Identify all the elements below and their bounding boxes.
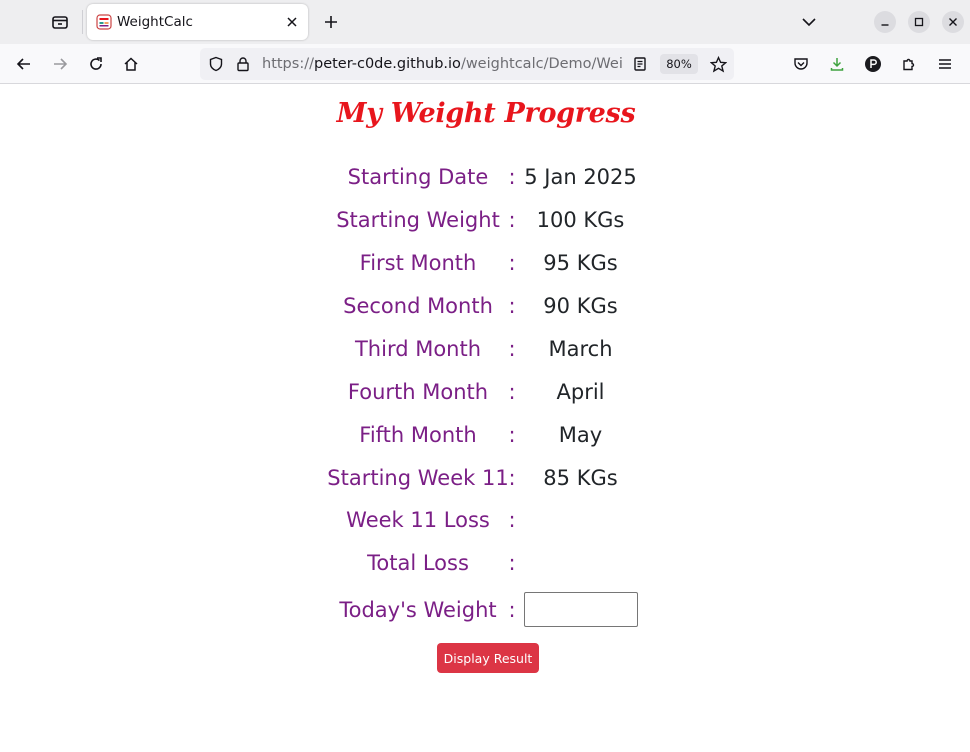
todays-weight-input[interactable] (524, 592, 638, 627)
row-label: First Month (359, 251, 477, 275)
row-label: Total Loss (367, 551, 469, 575)
maximize-icon (914, 17, 924, 27)
bookmark-star-button[interactable] (708, 54, 728, 74)
downloads-button[interactable] (821, 48, 853, 80)
home-icon (124, 57, 138, 71)
forward-button[interactable] (44, 48, 76, 80)
row-colon: : (508, 423, 516, 447)
row-label: Fifth Month (359, 423, 477, 447)
row-third-month: Third Month : March (0, 329, 970, 369)
row-value: May (558, 423, 603, 447)
row-value: April (556, 380, 605, 404)
new-tab-button[interactable] (317, 8, 345, 36)
url-text[interactable]: https://peter-c0de.github.io/weightcalc/… (262, 54, 622, 74)
row-value: 5 Jan 2025 (524, 165, 637, 189)
row-label: Second Month (343, 294, 493, 318)
plus-icon (325, 16, 337, 28)
row-label: Fourth Month (347, 380, 489, 404)
row-second-month: Second Month : 90 KGs (0, 286, 970, 326)
row-total-loss: Total Loss : (0, 543, 970, 583)
arrow-right-icon (54, 58, 68, 70)
tab-strip: WeightCalc (0, 0, 970, 44)
tab-separator (82, 10, 83, 34)
reader-view-button[interactable] (630, 54, 650, 74)
tab-title: WeightCalc (117, 14, 193, 30)
row-value: 95 KGs (543, 251, 618, 275)
url-host: peter-c0de.github.io (313, 56, 461, 72)
url-prefix: https:// (262, 56, 314, 72)
row-value: 100 KGs (536, 208, 625, 232)
row-starting-date: Starting Date : 5 Jan 2025 (0, 157, 970, 197)
tab-weightcalc[interactable]: WeightCalc (87, 4, 308, 40)
row-label: Starting Weight (336, 208, 500, 232)
url-path: /weightcalc/Demo/Weig (460, 56, 622, 72)
arrow-left-icon (16, 58, 30, 70)
row-colon: : (508, 165, 516, 189)
navigation-toolbar: https://peter-c0de.github.io/weightcalc/… (0, 44, 970, 84)
page-title: My Weight Progress (336, 98, 636, 129)
display-result-button[interactable]: Display Result (437, 643, 539, 673)
maximize-button[interactable] (908, 11, 930, 33)
site-info-button[interactable] (233, 54, 253, 74)
chevron-down-icon (802, 18, 816, 27)
row-label: Week 11 Loss (346, 508, 490, 532)
minimize-button[interactable] (874, 11, 896, 33)
tab-list-icon (52, 16, 68, 29)
zoom-level-button[interactable]: 80% (660, 54, 698, 74)
reader-view-icon (634, 57, 646, 71)
row-label: Third Month (354, 337, 482, 361)
close-icon (287, 17, 297, 27)
row-todays-weight: Today's Weight : (0, 590, 970, 630)
row-fifth-month: Fifth Month : May (0, 415, 970, 455)
row-colon: : (508, 208, 516, 232)
row-week-11-loss: Week 11 Loss : (0, 500, 970, 540)
star-icon (709, 55, 727, 73)
row-label: Starting Date (347, 165, 489, 189)
tab-close-button[interactable] (280, 10, 304, 34)
row-colon: : (508, 337, 516, 361)
extensions-button[interactable] (893, 48, 925, 80)
row-colon: : (508, 251, 516, 275)
row-colon: : (508, 598, 516, 622)
hamburger-menu-icon (939, 59, 951, 69)
row-colon: : (508, 380, 516, 404)
row-colon: : (508, 508, 516, 532)
row-starting-week-11: Starting Week 11 : 85 KGs (0, 458, 970, 498)
list-all-tabs-button[interactable] (795, 8, 823, 36)
close-window-button[interactable] (942, 11, 964, 33)
row-starting-weight: Starting Weight : 100 KGs (0, 200, 970, 240)
row-value: 85 KGs (543, 466, 618, 490)
row-label: Starting Week 11 (327, 466, 509, 490)
row-colon: : (508, 551, 516, 575)
row-colon: : (508, 466, 516, 490)
close-icon (949, 18, 957, 26)
minimize-icon (881, 24, 889, 26)
row-first-month: First Month : 95 KGs (0, 243, 970, 283)
lock-icon (237, 57, 249, 72)
home-button[interactable] (115, 48, 147, 80)
pocket-icon (794, 58, 808, 70)
address-bar[interactable]: https://peter-c0de.github.io/weightcalc/… (200, 48, 734, 80)
shield-icon (209, 56, 223, 72)
reload-button[interactable] (80, 48, 112, 80)
reload-icon (90, 57, 102, 70)
row-value: 90 KGs (543, 294, 618, 318)
row-value: March (548, 337, 613, 361)
download-icon (830, 58, 844, 71)
row-fourth-month: Fourth Month : April (0, 372, 970, 412)
account-button[interactable] (857, 48, 889, 80)
row-label: Today's Weight (339, 598, 497, 622)
puzzle-icon (903, 58, 915, 71)
tracking-protection-button[interactable] (206, 54, 226, 74)
tab-list-button[interactable] (44, 6, 76, 38)
pocket-button[interactable] (785, 48, 817, 80)
favicon-icon (96, 14, 112, 30)
app-menu-button[interactable] (929, 48, 961, 80)
profile-avatar-icon (865, 56, 881, 72)
back-button[interactable] (8, 48, 40, 80)
row-colon: : (508, 294, 516, 318)
